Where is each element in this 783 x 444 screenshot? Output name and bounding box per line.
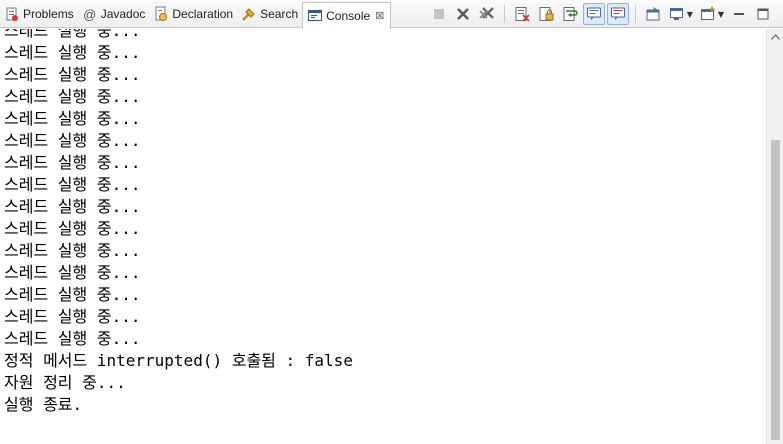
console-line: 스레드 실행 중... (4, 153, 141, 172)
tab-search[interactable]: Search (237, 1, 302, 27)
show-on-stderr-icon[interactable] (606, 3, 629, 25)
chevron-down-icon[interactable]: ▼ (718, 10, 724, 19)
console-output[interactable]: 스레드 실행 중... 스레드 실행 중... 스레드 실행 중... 스레드 … (0, 29, 766, 444)
tab-label: Problems (23, 7, 74, 21)
console-line: 스레드 실행 중... (4, 43, 141, 62)
show-on-stdout-icon[interactable] (582, 3, 605, 25)
console-toolbar: ▼ ▼ (427, 0, 783, 28)
tab-javadoc[interactable]: @ Javadoc (78, 1, 150, 27)
word-wrap-icon[interactable] (559, 3, 581, 25)
declaration-icon (153, 6, 169, 22)
console-line: 스레드 실행 중... (4, 307, 141, 326)
view-tab-bar: Problems @ Javadoc Declaration Search Co… (0, 0, 783, 29)
tab-console[interactable]: Console ⊠ (302, 1, 392, 29)
console-line: 스레드 실행 중... (4, 197, 141, 216)
view-tabs: Problems @ Javadoc Declaration Search Co… (0, 0, 392, 29)
clear-console-icon[interactable] (511, 3, 533, 25)
console-view: Problems @ Javadoc Declaration Search Co… (0, 0, 783, 444)
tab-label: Javadoc (100, 7, 146, 21)
console-line: 스레드 실행 중... (4, 175, 141, 194)
remove-all-terminated-icon[interactable] (476, 3, 498, 25)
console-line: 정적 메서드 interrupted() 호출됨 : false (4, 351, 353, 370)
console-line: 스레드 실행 중... (4, 329, 141, 348)
scrollbar-thumb[interactable] (771, 140, 780, 440)
problems-icon (4, 6, 20, 22)
remove-launch-icon[interactable] (452, 3, 474, 25)
console-line: 스레드 실행 중... (4, 219, 141, 238)
console-line: 스레드 실행 중... (4, 65, 141, 84)
toolbar-separator (634, 5, 636, 23)
javadoc-icon: @ (83, 6, 97, 22)
chevron-down-icon[interactable]: ▼ (687, 10, 693, 19)
console-line: 스레드 실행 중... (4, 285, 141, 304)
console-line: 스레드 실행 중... (4, 131, 141, 150)
chevron-up-icon[interactable] (767, 29, 783, 45)
console-line: 스레드 실행 중... (4, 263, 141, 282)
display-selected-console-icon[interactable] (666, 3, 688, 25)
tab-label: Console (326, 8, 371, 23)
tab-label: Declaration (172, 7, 234, 21)
console-line: 자원 정리 중... (4, 373, 126, 392)
search-icon (241, 6, 257, 22)
console-line: 스레드 실행 중... (4, 241, 141, 260)
close-icon[interactable]: ⊠ (375, 9, 384, 22)
open-console-icon[interactable] (697, 3, 719, 25)
tab-label: Search (260, 7, 299, 21)
minimize-icon[interactable] (728, 3, 750, 25)
console-line: 실행 종료. (4, 395, 83, 414)
maximize-icon[interactable] (752, 3, 774, 25)
console-line: 스레드 실행 중... (4, 29, 141, 40)
console-icon (307, 8, 323, 24)
tab-problems[interactable]: Problems (0, 1, 78, 27)
pin-console-icon[interactable] (642, 3, 664, 25)
console-line: 스레드 실행 중... (4, 109, 141, 128)
tab-declaration[interactable]: Declaration (149, 1, 237, 27)
vertical-scrollbar[interactable] (766, 29, 783, 444)
scroll-lock-icon[interactable] (535, 3, 557, 25)
terminate-icon[interactable] (428, 3, 450, 25)
toolbar-separator (503, 5, 505, 23)
console-line: 스레드 실행 중... (4, 87, 141, 106)
console-text-area: 스레드 실행 중... 스레드 실행 중... 스레드 실행 중... 스레드 … (4, 29, 353, 416)
